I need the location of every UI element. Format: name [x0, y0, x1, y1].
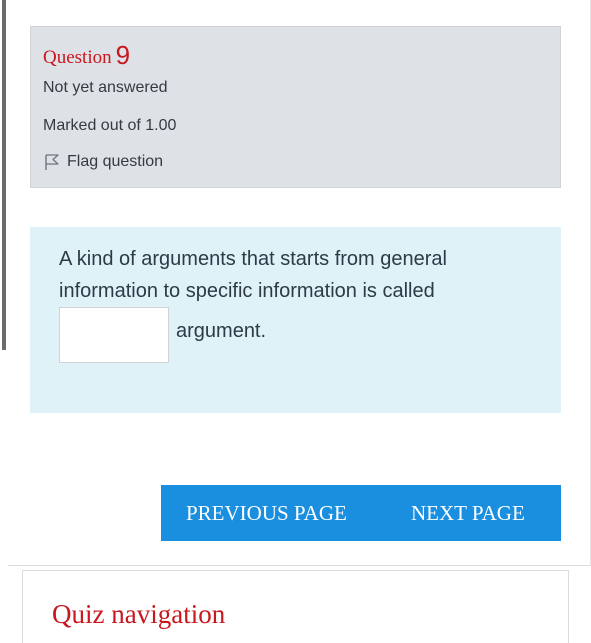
scroll-indicator[interactable]	[2, 0, 6, 350]
page-navigation-bar: PREVIOUS PAGE NEXT PAGE	[161, 485, 561, 541]
question-status: Not yet answered	[43, 79, 168, 96]
question-marks: Marked out of 1.00	[43, 117, 177, 134]
question-heading: Question 9	[43, 39, 130, 70]
quiz-page: Question 9 Not yet answered Marked out of…	[0, 0, 591, 643]
flag-icon	[43, 153, 61, 171]
question-suffix: argument.	[176, 320, 267, 342]
next-page-button[interactable]: NEXT PAGE	[411, 485, 525, 541]
question-content-panel: A kind of arguments that starts from gen…	[30, 227, 561, 413]
flag-question-label: Flag question	[67, 153, 164, 170]
quiz-navigation-block: Quiz navigation	[22, 570, 569, 643]
question-text: A kind of arguments that starts from gen…	[59, 248, 447, 302]
question-number: 9	[115, 40, 131, 70]
flag-question-link[interactable]: Flag question	[43, 153, 163, 171]
question-info-panel: Question 9 Not yet answered Marked out of…	[30, 26, 561, 188]
answer-input[interactable]	[59, 307, 169, 363]
question-label: Question	[43, 47, 112, 68]
previous-page-button[interactable]: PREVIOUS PAGE	[186, 485, 347, 541]
quiz-navigation-title: Quiz navigation	[52, 599, 226, 629]
